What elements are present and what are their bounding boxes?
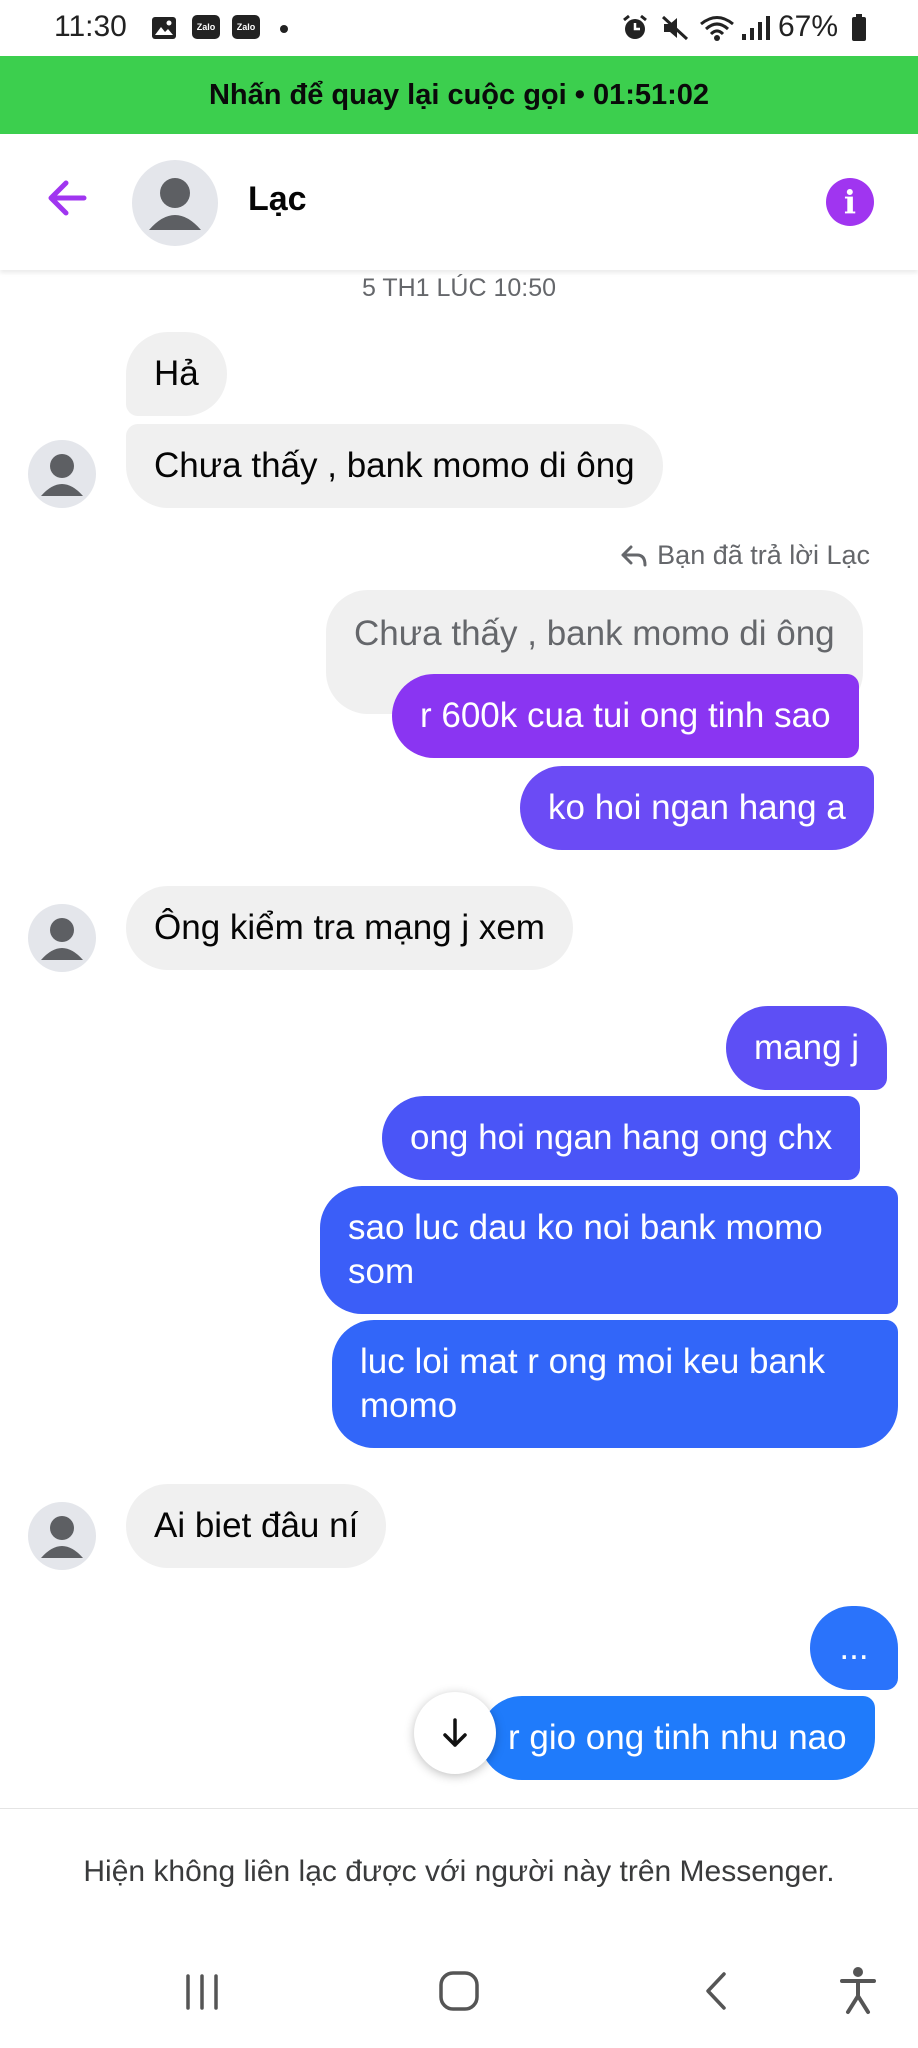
composer-footer: Hiện không liên lạc được với người này t… xyxy=(0,1808,918,1941)
contact-avatar[interactable] xyxy=(132,160,218,246)
incoming-message[interactable]: Ông kiểm tra mạng j xem xyxy=(126,886,573,970)
notification-dot-icon xyxy=(280,25,288,33)
unavailable-notice: Hiện không liên lạc được với người này t… xyxy=(83,1855,835,1888)
outgoing-message[interactable]: ko hoi ngan hang a xyxy=(520,766,874,850)
outgoing-message[interactable]: r 600k cua tui ong tinh sao xyxy=(392,674,859,758)
info-icon: i xyxy=(843,183,857,221)
chat-header: Lạc i xyxy=(0,134,918,270)
info-button[interactable]: i xyxy=(826,178,874,226)
recent-apps-button[interactable] xyxy=(180,1970,224,2014)
return-to-call-banner[interactable]: Nhấn để quay lại cuộc gọi • 01:51:02 xyxy=(0,56,918,134)
contact-avatar-small xyxy=(28,904,96,972)
contact-name[interactable]: Lạc xyxy=(248,180,307,219)
zalo-icon: Zalo xyxy=(192,15,220,39)
battery-percent: 67% xyxy=(778,10,839,43)
status-time: 11:30 xyxy=(54,10,127,43)
reply-icon xyxy=(621,545,647,566)
back-arrow-icon xyxy=(48,180,87,216)
incoming-message[interactable]: Chưa thấy , bank momo di ông xyxy=(126,424,663,508)
outgoing-message[interactable]: mang j xyxy=(726,1006,888,1090)
message-timestamp: 5 TH1 LÚC 10:50 xyxy=(361,274,557,302)
back-button[interactable] xyxy=(40,170,96,226)
back-nav-button[interactable] xyxy=(696,1968,736,2014)
contact-avatar-small xyxy=(28,1502,96,1570)
signal-icon xyxy=(740,15,772,41)
outgoing-message[interactable]: r gio ong tinh nhu nao xyxy=(480,1696,875,1780)
home-icon xyxy=(439,1971,479,2011)
battery-icon xyxy=(850,14,868,41)
recent-apps-icon xyxy=(186,1974,218,2010)
mute-icon xyxy=(660,15,690,41)
wifi-icon xyxy=(698,15,736,41)
home-button[interactable] xyxy=(436,1968,482,2014)
zalo-icon: Zalo xyxy=(232,15,260,39)
incoming-message[interactable]: Hả xyxy=(126,332,227,416)
gallery-icon xyxy=(150,15,178,41)
status-bar: 11:30 Zalo Zalo 67% xyxy=(0,0,918,56)
accessibility-button[interactable] xyxy=(836,1964,880,2016)
alarm-icon xyxy=(620,14,650,41)
reply-label-text: Bạn đã trả lời Lạc xyxy=(657,540,870,570)
system-navigation-bar xyxy=(0,1940,918,2048)
back-chevron-icon xyxy=(706,1972,726,2010)
call-banner-text: Nhấn để quay lại cuộc gọi • 01:51:02 xyxy=(208,78,710,111)
outgoing-message[interactable]: luc loi mat r ong moi keu bank momo xyxy=(332,1320,898,1448)
outgoing-message[interactable]: ... xyxy=(810,1606,898,1690)
scroll-to-bottom-button[interactable] xyxy=(414,1692,496,1774)
accessibility-icon xyxy=(840,1967,876,2014)
reply-indicator: Bạn đã trả lời Lạc xyxy=(621,540,870,571)
incoming-message[interactable]: Ai biet đâu ní xyxy=(126,1484,387,1568)
outgoing-message[interactable]: sao luc dau ko noi bank momo som xyxy=(320,1186,898,1314)
contact-avatar-small xyxy=(28,440,96,508)
arrow-down-icon xyxy=(443,1718,467,1747)
outgoing-message[interactable]: ong hoi ngan hang ong chx xyxy=(382,1096,861,1180)
